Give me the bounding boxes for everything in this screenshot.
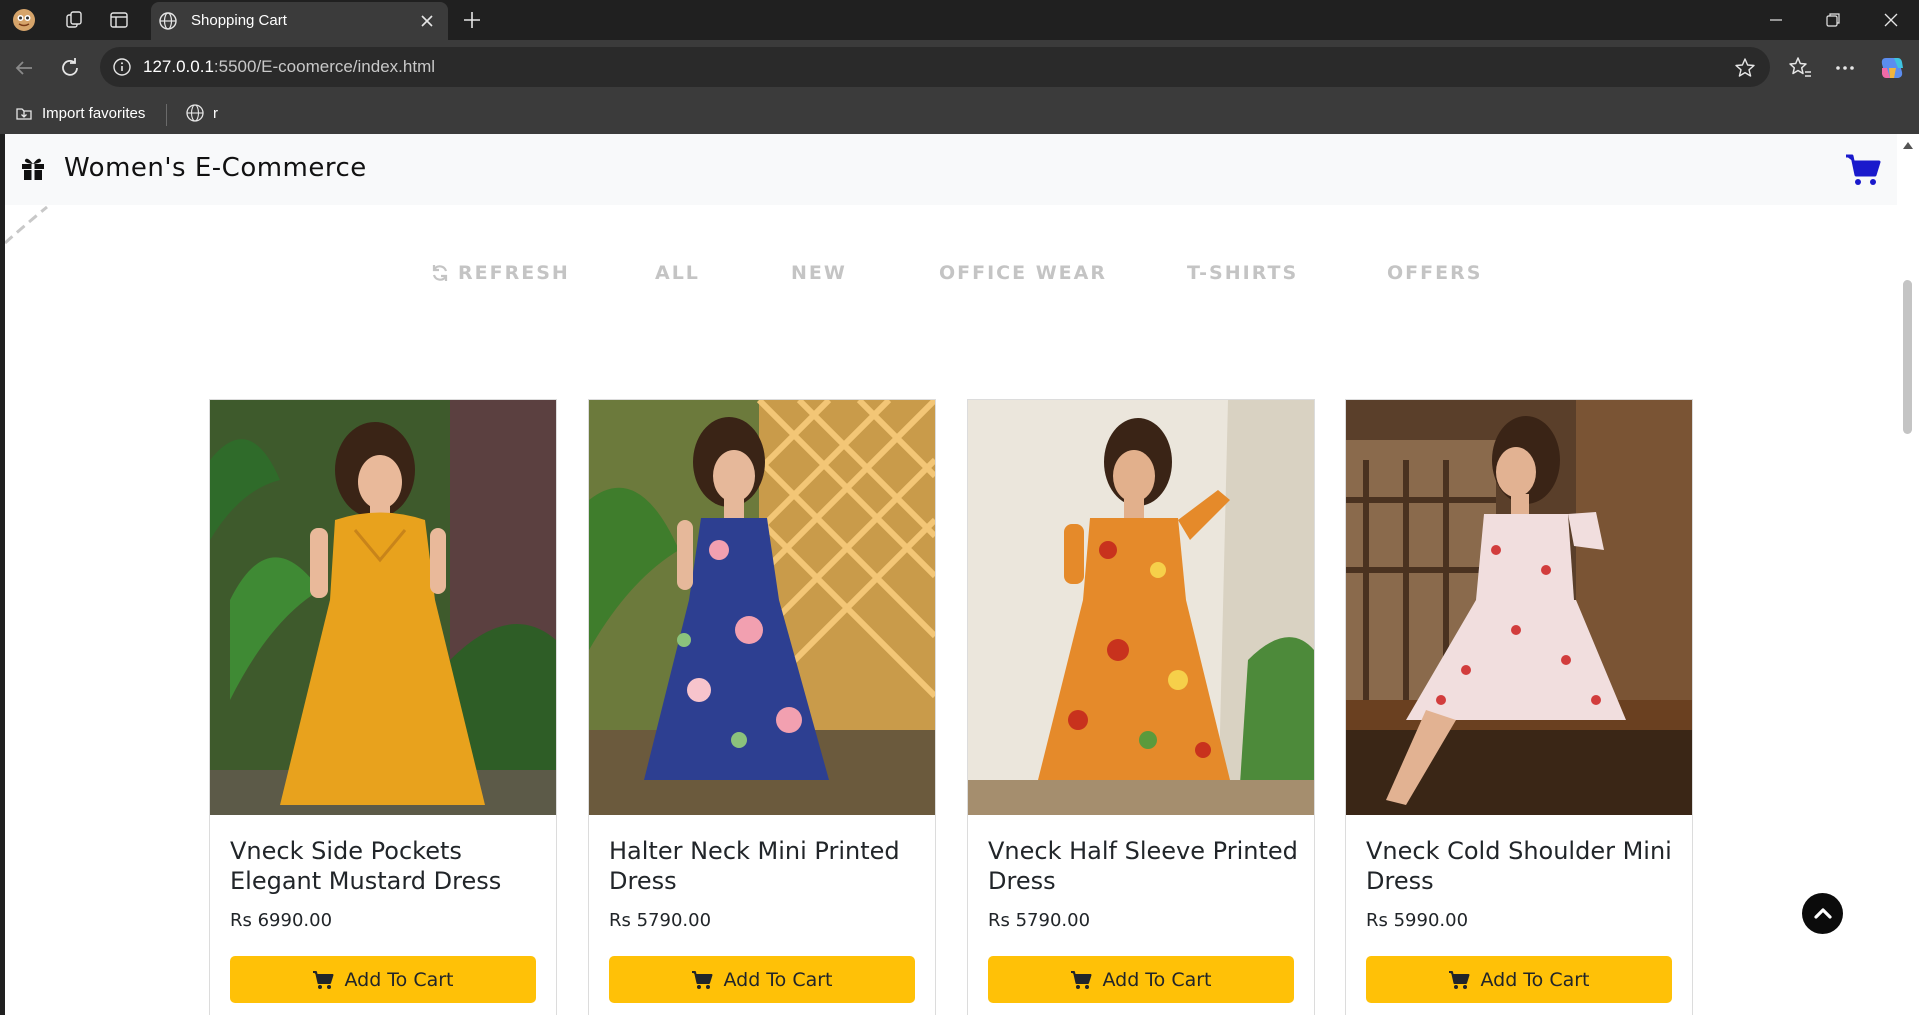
cart-icon [692, 970, 713, 989]
product-price: Rs 6990.00 [230, 910, 333, 931]
cart-icon [313, 970, 334, 989]
product-title[interactable]: Vneck Cold Shoulder Mini Dress [1366, 836, 1676, 896]
cart-icon [1449, 970, 1470, 989]
add-to-cart-button[interactable]: Add To Cart [230, 956, 536, 1003]
browser-toolbar: 127.0.0.1:5500/E-coomerce/index.html [0, 40, 1919, 96]
product-image[interactable] [589, 400, 935, 815]
minimize-icon[interactable] [1766, 10, 1786, 30]
vertical-tabs-icon[interactable] [107, 8, 131, 32]
favorites-item-r[interactable]: r [185, 103, 218, 123]
more-options-icon[interactable] [1831, 54, 1859, 82]
tab-title: Shopping Cart [191, 12, 287, 29]
url-host: 127.0.0.1 [143, 57, 214, 76]
globe-icon [159, 12, 177, 30]
cart-icon [1071, 970, 1092, 989]
favorites-item-label: r [213, 104, 218, 122]
tab-strip: Shopping Cart [0, 0, 1919, 40]
product-title[interactable]: Vneck Side Pockets Elegant Mustard Dress [230, 836, 540, 896]
site-info-icon[interactable] [112, 57, 132, 77]
favorites-divider [166, 104, 167, 126]
globe-icon [186, 104, 204, 122]
favorites-item-import[interactable]: Import favorites [14, 103, 145, 123]
add-to-cart-button[interactable]: Add To Cart [609, 956, 915, 1003]
product-card: Vneck Side Pockets Elegant Mustard Dress… [209, 399, 557, 1015]
add-to-cart-label: Add To Cart [1102, 968, 1212, 991]
add-to-cart-button[interactable]: Add To Cart [988, 956, 1294, 1003]
product-title[interactable]: Halter Neck Mini Printed Dress [609, 836, 919, 896]
workspaces-icon[interactable] [63, 8, 87, 32]
restore-icon[interactable] [1823, 10, 1843, 30]
tab-shopping-cart[interactable]: Shopping Cart [151, 2, 448, 40]
product-card: Halter Neck Mini Printed Dress Rs 5790.0… [588, 399, 936, 1015]
page-scrollbar[interactable] [1897, 134, 1919, 1015]
add-to-cart-label: Add To Cart [344, 968, 454, 991]
product-price: Rs 5790.00 [988, 910, 1091, 931]
page-viewport: Women's E-Commerce REFRESH ALL NEW OFFIC… [5, 134, 1897, 1015]
scroll-up-arrow-icon[interactable] [1902, 140, 1914, 150]
add-to-cart-button[interactable]: Add To Cart [1366, 956, 1672, 1003]
product-image[interactable] [1346, 400, 1692, 815]
close-window-icon[interactable] [1881, 10, 1901, 30]
product-price: Rs 5790.00 [609, 910, 712, 931]
close-tab-icon[interactable] [417, 11, 437, 31]
product-title[interactable]: Vneck Half Sleeve Printed Dress [988, 836, 1298, 896]
product-card: Vneck Half Sleeve Printed Dress Rs 5790.… [967, 399, 1315, 1015]
add-to-cart-label: Add To Cart [723, 968, 833, 991]
copilot-icon[interactable] [1878, 54, 1906, 82]
favorites-icon[interactable] [1786, 54, 1814, 82]
url-path: :5500/E-coomerce/index.html [213, 57, 436, 76]
import-icon [16, 108, 32, 120]
favorites-bar: Import favorites r [0, 96, 1919, 134]
back-arrow-icon[interactable] [10, 54, 38, 82]
product-card: Vneck Cold Shoulder Mini Dress Rs 5990.0… [1345, 399, 1693, 1015]
profile-avatar-icon[interactable] [12, 8, 36, 32]
product-image[interactable] [210, 400, 556, 815]
chevron-up-icon [1813, 907, 1832, 919]
product-price: Rs 5990.00 [1366, 910, 1469, 931]
url-text[interactable]: 127.0.0.1:5500/E-coomerce/index.html [143, 57, 435, 77]
product-grid: Vneck Side Pockets Elegant Mustard Dress… [5, 134, 1897, 1015]
scrollbar-thumb[interactable] [1903, 280, 1912, 434]
address-bar[interactable]: 127.0.0.1:5500/E-coomerce/index.html [100, 47, 1770, 87]
add-to-cart-label: Add To Cart [1480, 968, 1590, 991]
favorite-star-icon[interactable] [1734, 57, 1756, 79]
product-image[interactable] [968, 400, 1314, 815]
back-to-top-button[interactable] [1802, 893, 1843, 934]
new-tab-icon[interactable] [460, 8, 484, 32]
favorites-item-label: Import favorites [42, 104, 146, 122]
reload-icon[interactable] [56, 54, 84, 82]
